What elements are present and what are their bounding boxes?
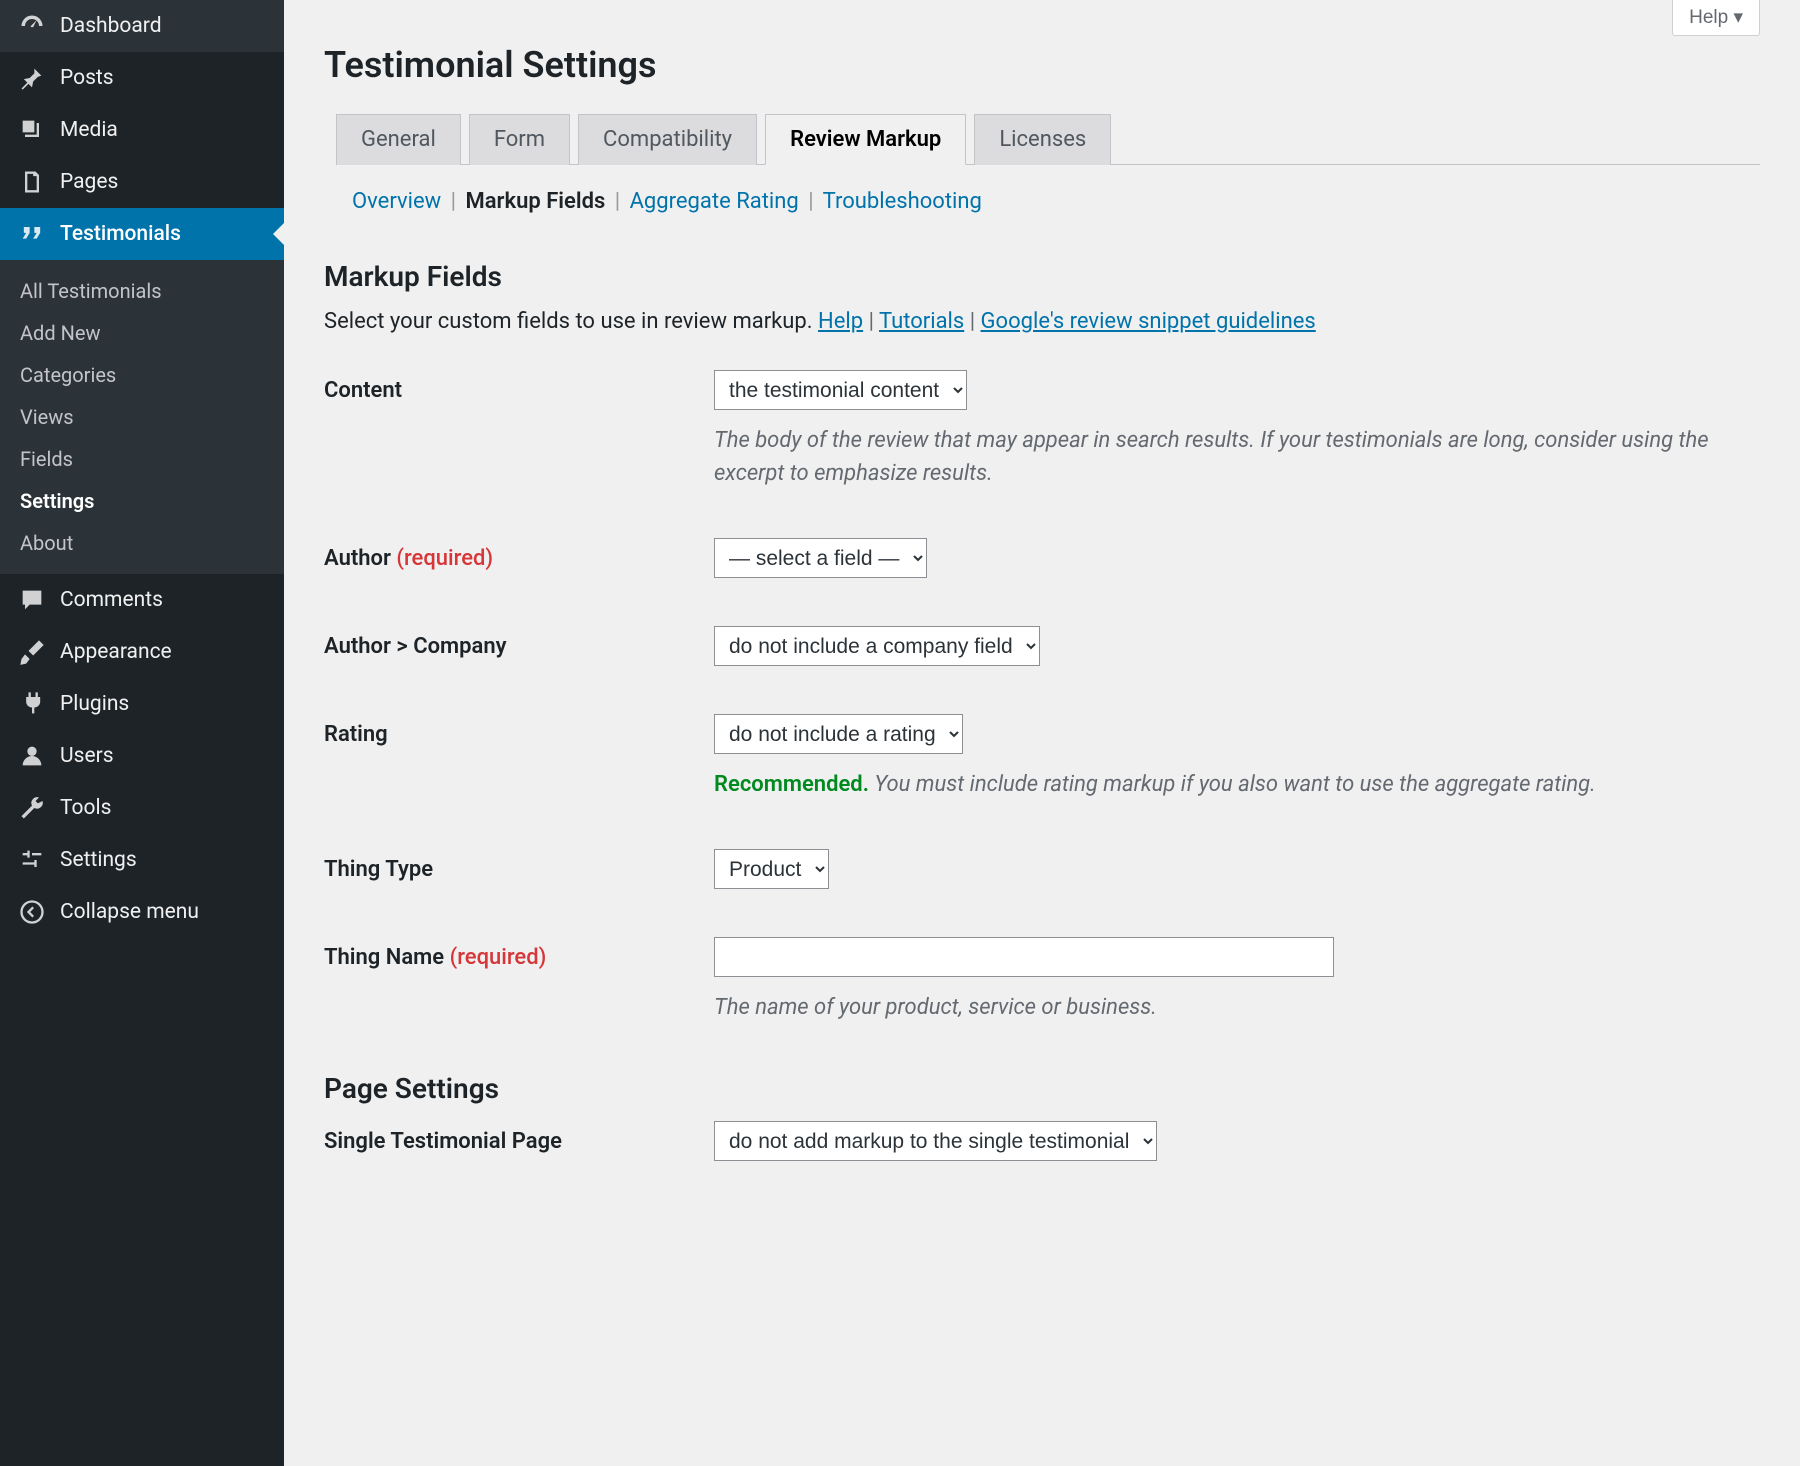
menu-settings[interactable]: Settings xyxy=(0,834,284,886)
subtab-troubleshooting[interactable]: Troubleshooting xyxy=(823,189,982,214)
menu-label: Users xyxy=(60,744,114,768)
tab-licenses[interactable]: Licenses xyxy=(974,114,1111,165)
main-content: Help Testimonial Settings General Form C… xyxy=(284,0,1800,1466)
google-guidelines-link[interactable]: Google's review snippet guidelines xyxy=(981,309,1316,334)
label-content: Content xyxy=(324,370,714,403)
help-dropdown-button[interactable]: Help xyxy=(1672,0,1760,36)
label-rating: Rating xyxy=(324,714,714,747)
required-tag: (required) xyxy=(396,546,493,571)
separator: | xyxy=(869,309,879,334)
menu-label: Comments xyxy=(60,588,163,612)
required-tag: (required) xyxy=(450,945,547,970)
menu-comments[interactable]: Comments xyxy=(0,574,284,626)
label-author: Author (required) xyxy=(324,538,714,571)
submenu-settings[interactable]: Settings xyxy=(0,480,284,522)
pages-icon xyxy=(18,168,46,196)
pin-icon xyxy=(18,64,46,92)
submenu-all[interactable]: All Testimonials xyxy=(0,270,284,312)
admin-sidebar: Dashboard Posts Media Pages Testimonials… xyxy=(0,0,284,1466)
separator: | xyxy=(615,189,620,214)
submenu-categories[interactable]: Categories xyxy=(0,354,284,396)
menu-collapse[interactable]: Collapse menu xyxy=(0,886,284,938)
menu-label: Testimonials xyxy=(60,222,181,246)
subtab-nav: Overview | Markup Fields | Aggregate Rat… xyxy=(324,165,1760,214)
menu-label: Pages xyxy=(60,170,118,194)
submenu-about[interactable]: About xyxy=(0,522,284,564)
comment-icon xyxy=(18,586,46,614)
section-markup-fields-desc: Select your custom fields to use in revi… xyxy=(324,309,1760,334)
user-icon xyxy=(18,742,46,770)
menu-label: Dashboard xyxy=(60,14,162,38)
submenu-add-new[interactable]: Add New xyxy=(0,312,284,354)
wrench-icon xyxy=(18,794,46,822)
menu-posts[interactable]: Posts xyxy=(0,52,284,104)
subtab-overview[interactable]: Overview xyxy=(352,189,441,214)
author-company-select[interactable]: do not include a company field xyxy=(714,626,1040,666)
label-thing-name: Thing Name (required) xyxy=(324,937,714,970)
menu-plugins[interactable]: Plugins xyxy=(0,678,284,730)
content-select[interactable]: the testimonial content xyxy=(714,370,967,410)
menu-dashboard[interactable]: Dashboard xyxy=(0,0,284,52)
plug-icon xyxy=(18,690,46,718)
thing-type-select[interactable]: Product xyxy=(714,849,829,889)
tab-compatibility[interactable]: Compatibility xyxy=(578,114,757,165)
separator: | xyxy=(451,189,456,214)
tab-review-markup[interactable]: Review Markup xyxy=(765,114,966,165)
menu-tools[interactable]: Tools xyxy=(0,782,284,834)
desc-text: Select your custom fields to use in revi… xyxy=(324,309,818,334)
separator: | xyxy=(808,189,813,214)
menu-label: Appearance xyxy=(60,640,172,664)
thing-name-input[interactable] xyxy=(714,937,1334,977)
subtab-markup-fields[interactable]: Markup Fields xyxy=(465,189,605,214)
menu-label: Plugins xyxy=(60,692,129,716)
page-title: Testimonial Settings xyxy=(324,0,1760,114)
tab-general[interactable]: General xyxy=(336,114,461,165)
menu-label: Settings xyxy=(60,848,137,872)
menu-media[interactable]: Media xyxy=(0,104,284,156)
row-content: Content the testimonial content The body… xyxy=(324,370,1760,490)
media-icon xyxy=(18,116,46,144)
row-rating: Rating do not include a rating Recommend… xyxy=(324,714,1760,801)
gauge-icon xyxy=(18,12,46,40)
menu-label: Posts xyxy=(60,66,114,90)
brush-icon xyxy=(18,638,46,666)
section-markup-fields-title: Markup Fields xyxy=(324,260,1760,293)
label-single-page: Single Testimonial Page xyxy=(324,1121,714,1154)
tutorials-link[interactable]: Tutorials xyxy=(879,309,964,334)
row-author: Author (required) — select a field — xyxy=(324,538,1760,578)
row-thing-type: Thing Type Product xyxy=(324,849,1760,889)
submenu-fields[interactable]: Fields xyxy=(0,438,284,480)
menu-label: Media xyxy=(60,118,118,142)
recommended-badge: Recommended. xyxy=(714,772,869,797)
testimonials-submenu: All Testimonials Add New Categories View… xyxy=(0,260,284,574)
quote-icon xyxy=(18,220,46,248)
single-page-select[interactable]: do not add markup to the single testimon… xyxy=(714,1121,1157,1161)
collapse-icon xyxy=(18,898,46,926)
label-thing-type: Thing Type xyxy=(324,849,714,882)
thing-name-desc: The name of your product, service or bus… xyxy=(714,991,1760,1024)
menu-pages[interactable]: Pages xyxy=(0,156,284,208)
label-author-company: Author > Company xyxy=(324,626,714,659)
subtab-aggregate-rating[interactable]: Aggregate Rating xyxy=(630,189,799,214)
menu-users[interactable]: Users xyxy=(0,730,284,782)
rating-select[interactable]: do not include a rating xyxy=(714,714,963,754)
rating-desc: Recommended. You must include rating mar… xyxy=(714,768,1760,801)
tab-form[interactable]: Form xyxy=(469,114,570,165)
settings-tabs: General Form Compatibility Review Markup… xyxy=(336,114,1760,165)
row-single-page: Single Testimonial Page do not add marku… xyxy=(324,1121,1760,1161)
submenu-views[interactable]: Views xyxy=(0,396,284,438)
section-page-settings-title: Page Settings xyxy=(324,1072,1760,1105)
separator: | xyxy=(970,309,981,334)
row-thing-name: Thing Name (required) The name of your p… xyxy=(324,937,1760,1024)
help-link[interactable]: Help xyxy=(818,309,863,334)
author-select[interactable]: — select a field — xyxy=(714,538,927,578)
menu-testimonials[interactable]: Testimonials xyxy=(0,208,284,260)
sliders-icon xyxy=(18,846,46,874)
row-author-company: Author > Company do not include a compan… xyxy=(324,626,1760,666)
menu-label: Tools xyxy=(60,796,111,820)
menu-appearance[interactable]: Appearance xyxy=(0,626,284,678)
menu-label: Collapse menu xyxy=(60,900,199,924)
content-desc: The body of the review that may appear i… xyxy=(714,424,1760,490)
